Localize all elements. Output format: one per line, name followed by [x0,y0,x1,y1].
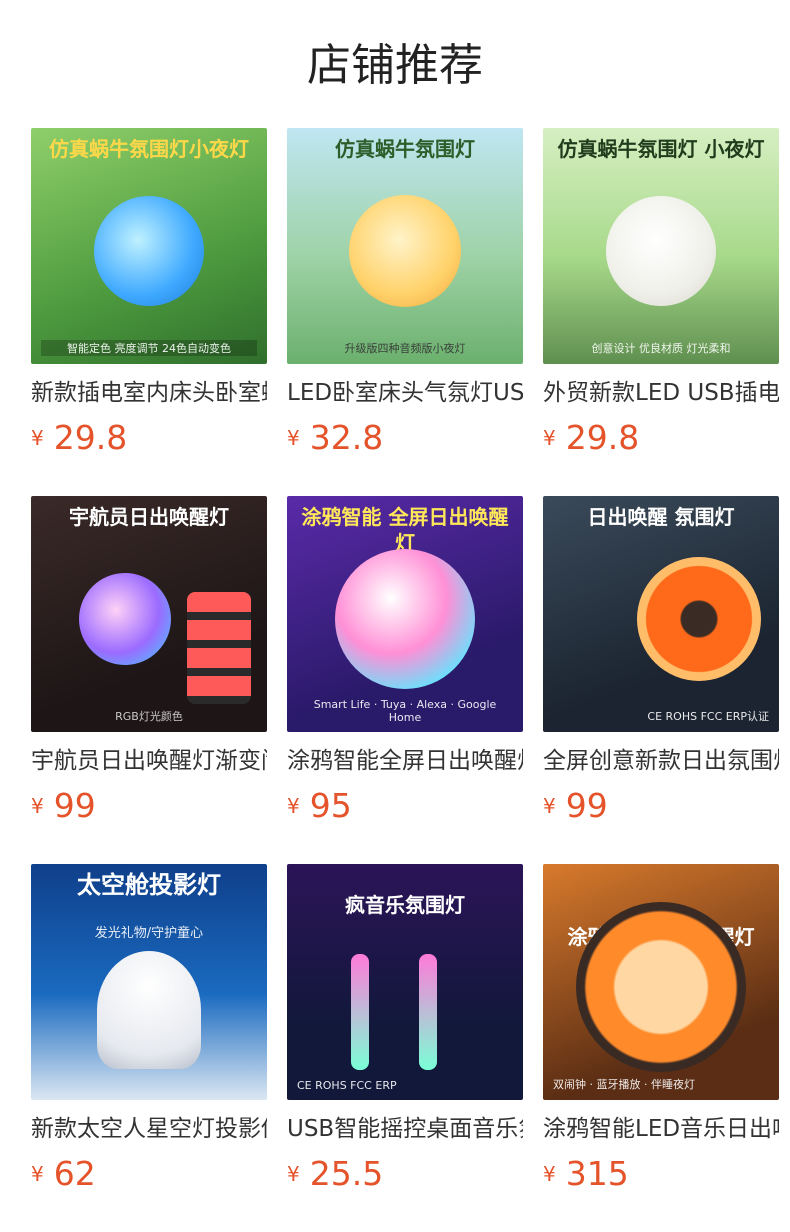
product-image[interactable]: 日出唤醒 氛围灯 CE ROHS FCC ERP认证 [543,496,779,732]
product-price: ¥99 [31,786,267,826]
product-card[interactable]: 仿真蜗牛氛围灯 升级版四种音频版小夜灯 LED卧室床头气氛灯USB小夜灯 ¥32… [287,128,523,458]
price-amount: 95 [309,786,352,825]
image-caption: 双闹钟 · 蓝牙播放 · 伴睡夜灯 [553,1078,695,1091]
product-image[interactable]: 仿真蜗牛氛围灯 升级版四种音频版小夜灯 [287,128,523,364]
currency-symbol: ¥ [543,425,556,450]
product-image[interactable]: 涂鸦智能 全屏日出唤醒灯 Smart Life · Tuya · Alexa ·… [287,496,523,732]
light-bar-icon [351,954,369,1070]
image-caption: RGB灯光颜色 [115,710,183,723]
light-bar-icon [419,954,437,1070]
price-amount: 29.8 [53,418,128,457]
currency-symbol: ¥ [287,1161,300,1186]
image-caption: 升级版四种音频版小夜灯 [344,342,466,355]
image-banner: 疯音乐氛围灯 [345,893,465,917]
currency-symbol: ¥ [287,793,300,818]
image-caption: Smart Life · Tuya · Alexa · Google Home [313,698,497,724]
image-caption: CE ROHS FCC ERP [297,1079,397,1092]
product-price: ¥99 [543,786,779,826]
price-amount: 99 [565,786,608,825]
image-banner: 仿真蜗牛氛围灯 [335,137,475,161]
product-card[interactable]: 宇航员日出唤醒灯 RGB灯光颜色 宇航员日出唤醒灯渐变闹钟 ¥99 [31,496,267,826]
space-capsule-lamp-icon [97,951,201,1070]
product-image[interactable]: 太空舱投影灯 发光礼物/守护童心 [31,864,267,1100]
product-image[interactable]: 宇航员日出唤醒灯 RGB灯光颜色 [31,496,267,732]
snail-lamp-icon [94,195,204,306]
product-name[interactable]: USB智能摇控桌面音乐氛围灯 [287,1114,523,1144]
product-grid: 仿真蜗牛氛围灯小夜灯 智能定色 亮度调节 24色自动变色 新款插电室内床头卧室蜗… [0,0,790,1232]
image-caption: CE ROHS FCC ERP认证 [647,710,769,723]
price-amount: 315 [565,1154,629,1193]
image-banner: 仿真蜗牛氛围灯 小夜灯 [557,137,765,161]
sunrise-lamp-icon [335,548,475,689]
image-banner: 涂鸦智能 全屏日出唤醒灯 [301,505,509,555]
image-banner: 仿真蜗牛氛围灯小夜灯 [49,137,249,161]
image-caption: 创意设计 优良材质 灯光柔和 [591,342,731,355]
product-image[interactable]: 疯音乐氛围灯 CE ROHS FCC ERP [287,864,523,1100]
price-amount: 32.8 [309,418,384,457]
price-amount: 62 [53,1154,96,1193]
product-card[interactable]: 涂鸦智能 全屏日出唤醒灯 Smart Life · Tuya · Alexa ·… [287,496,523,826]
snail-lamp-icon [606,195,716,306]
product-card[interactable]: 涂鸦智能 日出唤醒灯 双闹钟 · 蓝牙播放 · 伴睡夜灯 涂鸦智能LED音乐日出… [543,864,779,1194]
product-card[interactable]: 日出唤醒 氛围灯 CE ROHS FCC ERP认证 全屏创意新款日出氛围灯 ¥… [543,496,779,826]
product-name[interactable]: 全屏创意新款日出氛围灯 [543,746,779,776]
product-name[interactable]: LED卧室床头气氛灯USB小夜灯 [287,378,523,408]
price-amount: 29.8 [565,418,640,457]
product-card[interactable]: 仿真蜗牛氛围灯 小夜灯 创意设计 优良材质 灯光柔和 外贸新款LED USB插电… [543,128,779,458]
currency-symbol: ¥ [287,425,300,450]
product-price: ¥62 [31,1154,267,1194]
product-price: ¥95 [287,786,523,826]
product-name[interactable]: 涂鸦智能LED音乐日出唤醒灯 [543,1114,779,1144]
product-name[interactable]: 宇航员日出唤醒灯渐变闹钟 [31,746,267,776]
currency-symbol: ¥ [31,1161,44,1186]
product-name[interactable]: 涂鸦智能全屏日出唤醒灯闹钟 [287,746,523,776]
color-swatches-icon [187,592,251,704]
currency-symbol: ¥ [31,425,44,450]
currency-symbol: ¥ [543,793,556,818]
image-banner: 日出唤醒 氛围灯 [587,505,735,529]
product-name[interactable]: 新款太空人星空灯投影仪 [31,1114,267,1144]
product-name[interactable]: 外贸新款LED USB插电小夜灯 [543,378,779,408]
currency-symbol: ¥ [31,793,44,818]
astronaut-lamp-icon [79,572,172,665]
image-banner: 宇航员日出唤醒灯 [69,505,229,529]
product-price: ¥315 [543,1154,779,1194]
product-image[interactable]: 仿真蜗牛氛围灯小夜灯 智能定色 亮度调节 24色自动变色 [31,128,267,364]
sunrise-alarm-clock-icon [576,901,746,1072]
product-card[interactable]: 太空舱投影灯 发光礼物/守护童心 新款太空人星空灯投影仪 ¥62 [31,864,267,1194]
product-card[interactable]: 疯音乐氛围灯 CE ROHS FCC ERP USB智能摇控桌面音乐氛围灯 ¥2… [287,864,523,1194]
currency-symbol: ¥ [543,1161,556,1186]
price-amount: 99 [53,786,96,825]
product-card[interactable]: 仿真蜗牛氛围灯小夜灯 智能定色 亮度调节 24色自动变色 新款插电室内床头卧室蜗… [31,128,267,458]
product-price: ¥25.5 [287,1154,523,1194]
price-amount: 25.5 [309,1154,384,1193]
sunrise-lamp-icon [636,556,761,681]
image-caption: 智能定色 亮度调节 24色自动变色 [41,340,257,356]
snail-lamp-icon [349,194,461,307]
product-image[interactable]: 仿真蜗牛氛围灯 小夜灯 创意设计 优良材质 灯光柔和 [543,128,779,364]
product-image[interactable]: 涂鸦智能 日出唤醒灯 双闹钟 · 蓝牙播放 · 伴睡夜灯 [543,864,779,1100]
image-banner: 太空舱投影灯 [77,871,221,899]
product-name[interactable]: 新款插电室内床头卧室蜗牛氛围灯 [31,378,267,408]
product-price: ¥29.8 [543,418,779,458]
image-caption: 发光礼物/守护童心 [94,926,204,941]
product-price: ¥32.8 [287,418,523,458]
product-price: ¥29.8 [31,418,267,458]
